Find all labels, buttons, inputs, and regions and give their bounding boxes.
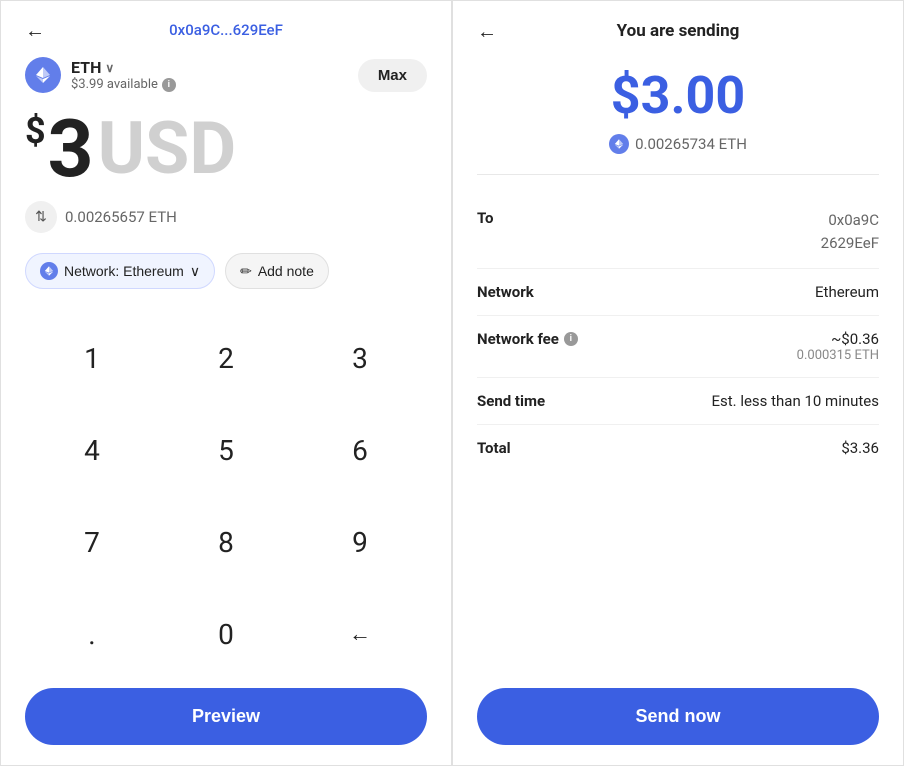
network-row: Network Ethereum: [477, 269, 879, 316]
to-label: To: [477, 209, 494, 227]
send-eth-row: 0.00265734 ETH: [477, 134, 879, 154]
send-eth-amount: 0.00265734 ETH: [635, 135, 747, 153]
numpad-key-7[interactable]: 7: [25, 497, 159, 589]
numpad-key-9[interactable]: 9: [293, 497, 427, 589]
panel1-header: ← 0x0a9C...629EeF: [25, 21, 427, 39]
add-note-button[interactable]: ✏ Add note: [225, 253, 329, 289]
fee-usd-value: ~$0.36: [797, 330, 879, 348]
eth-equivalent: 0.00265657 ETH: [65, 208, 177, 226]
wallet-address: 0x0a9C...629EeF: [169, 21, 283, 39]
recipient-address: 0x0a9C 2629EeF: [821, 209, 879, 254]
preview-button[interactable]: Preview: [25, 688, 427, 745]
max-button[interactable]: Max: [358, 59, 427, 92]
amount-number: 3: [48, 109, 94, 189]
fee-info-icon[interactable]: i: [564, 332, 578, 346]
panel2-title: You are sending: [617, 21, 740, 41]
dollar-sign: $: [25, 113, 46, 149]
total-row: Total $3.36: [477, 425, 879, 471]
numpad-key-8[interactable]: 8: [159, 497, 293, 589]
send-time-row: Send time Est. less than 10 minutes: [477, 378, 879, 425]
network-fee-row: Network fee i ~$0.36 0.000315 ETH: [477, 316, 879, 378]
numpad-backspace-button[interactable]: ←: [293, 588, 427, 680]
token-name: ETH ∨: [71, 58, 176, 77]
network-label: Network: Ethereum: [64, 263, 184, 279]
transaction-details: To 0x0a9C 2629EeF Network Ethereum Netwo…: [477, 195, 879, 672]
token-selector-row: ETH ∨ $3.99 available i Max: [25, 57, 427, 93]
network-detail-label: Network: [477, 283, 534, 301]
send-time-label: Send time: [477, 392, 545, 410]
eth-equiv-row: ⇅ 0.00265657 ETH: [25, 201, 427, 233]
send-confirmation-panel: ← You are sending $3.00 0.00265734 ETH: [452, 0, 904, 766]
numpad-key-0[interactable]: 0: [159, 588, 293, 680]
numpad-key-4[interactable]: 4: [25, 405, 159, 497]
numpad-key-decimal[interactable]: .: [25, 588, 159, 680]
network-selector-button[interactable]: Network: Ethereum ∨: [25, 253, 215, 289]
token-details: ETH ∨ $3.99 available i: [71, 58, 176, 92]
network-chevron-icon: ∨: [190, 263, 200, 280]
numpad-key-6[interactable]: 6: [293, 405, 427, 497]
send-now-button[interactable]: Send now: [477, 688, 879, 745]
network-detail-value: Ethereum: [815, 283, 879, 301]
swap-currency-button[interactable]: ⇅: [25, 201, 57, 233]
balance-info-icon[interactable]: i: [162, 78, 176, 92]
back-button[interactable]: ←: [25, 18, 45, 43]
send-time-value: Est. less than 10 minutes: [711, 392, 879, 410]
send-usd-amount: $3.00: [477, 65, 879, 126]
token-balance: $3.99 available i: [71, 77, 176, 92]
to-row: To 0x0a9C 2629EeF: [477, 195, 879, 269]
add-note-label: Add note: [258, 263, 314, 279]
panel2-header: ← You are sending: [477, 21, 879, 41]
total-label: Total: [477, 439, 511, 457]
fee-label: Network fee i: [477, 330, 578, 348]
pencil-icon: ✏: [240, 263, 252, 280]
token-info[interactable]: ETH ∨ $3.99 available i: [25, 57, 176, 93]
amount-display: $ 3 USD: [25, 109, 427, 189]
section-divider: [477, 174, 879, 175]
eth-logo-icon: [25, 57, 61, 93]
send-eth-icon: [609, 134, 629, 154]
network-eth-icon: [40, 262, 58, 280]
send-amount-panel: ← 0x0a9C...629EeF ETH ∨: [0, 0, 452, 766]
panel2-back-button[interactable]: ←: [477, 19, 497, 44]
numpad: 1 2 3 4 5 6 7 8 9 . 0 ←: [25, 313, 427, 680]
action-row: Network: Ethereum ∨ ✏ Add note: [25, 253, 427, 289]
amount-currency: USD: [98, 113, 237, 185]
token-chevron-icon: ∨: [105, 61, 114, 75]
send-amount-display: $3.00: [477, 65, 879, 126]
numpad-key-2[interactable]: 2: [159, 313, 293, 405]
numpad-key-1[interactable]: 1: [25, 313, 159, 405]
numpad-key-5[interactable]: 5: [159, 405, 293, 497]
numpad-key-3[interactable]: 3: [293, 313, 427, 405]
fee-eth-value: 0.000315 ETH: [797, 348, 879, 363]
total-value: $3.36: [841, 439, 879, 457]
